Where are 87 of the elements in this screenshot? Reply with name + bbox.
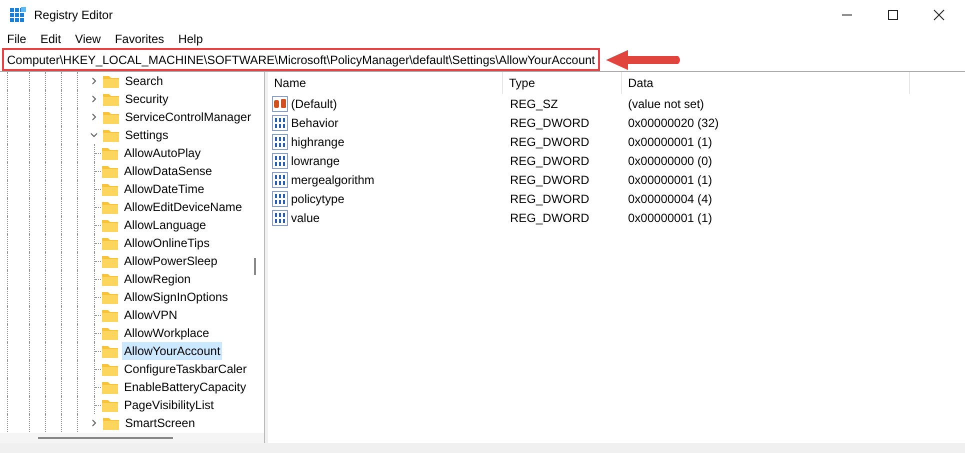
- column-header[interactable]: Data: [622, 72, 910, 94]
- value-type: REG_DWORD: [509, 190, 590, 208]
- tree-item[interactable]: AllowPowerSleep: [122, 252, 220, 270]
- menu-item[interactable]: File: [7, 30, 26, 48]
- folder-icon: [101, 164, 119, 178]
- arrow-icon: [606, 48, 682, 70]
- string-value-icon: [272, 96, 288, 112]
- folder-icon: [101, 362, 119, 376]
- column-header[interactable]: Type: [503, 72, 622, 94]
- column-header[interactable]: Name: [268, 72, 503, 94]
- folder-icon: [102, 110, 120, 124]
- tree-item[interactable]: AllowRegion: [122, 270, 193, 288]
- maximize-icon[interactable]: [887, 9, 899, 21]
- value-name: highrange: [291, 134, 344, 150]
- value-type: REG_DWORD: [509, 210, 590, 226]
- tree-item[interactable]: EnableBatteryCapacity: [122, 378, 248, 396]
- menu-item[interactable]: Help: [178, 30, 203, 48]
- folder-icon: [101, 146, 119, 160]
- folder-icon: [101, 218, 119, 232]
- chevron-right-icon[interactable]: [90, 77, 98, 85]
- menu-item[interactable]: Edit: [40, 30, 62, 48]
- tree-item[interactable]: ServiceControlManager: [123, 108, 254, 126]
- folder-icon: [101, 308, 119, 322]
- value-name: mergealgorithm: [291, 172, 374, 188]
- folder-icon: [101, 380, 119, 394]
- value-name: policytype: [291, 190, 344, 208]
- value-type: REG_DWORD: [509, 114, 590, 132]
- binary-value-icon: [272, 172, 288, 188]
- tree-item[interactable]: AllowWorkplace: [122, 324, 212, 342]
- close-icon[interactable]: [933, 9, 945, 21]
- tree-item[interactable]: AllowEditDeviceName: [122, 198, 244, 216]
- window-title: Registry Editor: [34, 7, 113, 24]
- value-name: value: [291, 210, 320, 226]
- menu-item[interactable]: View: [75, 30, 101, 48]
- menu-item[interactable]: Favorites: [114, 30, 164, 48]
- value-data: 0x00000001 (1): [627, 172, 714, 188]
- tree-item[interactable]: Security: [123, 90, 170, 108]
- folder-icon: [101, 254, 119, 268]
- value-data: (value not set): [627, 96, 706, 112]
- binary-value-icon: [272, 190, 288, 206]
- value-name: lowrange: [291, 152, 340, 170]
- value-data: 0x00000020 (32): [627, 114, 720, 132]
- folder-icon: [102, 74, 120, 88]
- value-name: (Default): [291, 96, 338, 112]
- tree-item[interactable]: AllowOnlineTips: [122, 234, 212, 252]
- app-icon: [10, 7, 26, 23]
- folder-icon: [102, 92, 120, 106]
- value-type: REG_DWORD: [509, 134, 590, 150]
- tree-item[interactable]: Search: [123, 72, 166, 90]
- value-type: REG_SZ: [509, 96, 560, 112]
- tree-item[interactable]: AllowLanguage: [122, 216, 208, 234]
- folder-icon: [101, 290, 119, 304]
- tree-item[interactable]: AllowVPN: [122, 306, 180, 324]
- value-data: 0x00000000 (0): [627, 152, 714, 170]
- value-data: 0x00000001 (1): [627, 134, 714, 150]
- folder-icon: [102, 416, 120, 430]
- binary-value-icon: [272, 134, 288, 150]
- tree-item[interactable]: SmartScreen: [123, 414, 198, 432]
- chevron-right-icon[interactable]: [90, 113, 98, 121]
- tree-item[interactable]: AllowSignInOptions: [122, 288, 230, 306]
- binary-value-icon: [272, 114, 288, 130]
- chevron-right-icon[interactable]: [90, 95, 98, 103]
- tree-item[interactable]: AllowYourAccount: [122, 342, 222, 360]
- folder-icon: [101, 182, 119, 196]
- tree-item[interactable]: AllowDateTime: [122, 180, 206, 198]
- folder-icon: [101, 398, 119, 412]
- binary-value-icon: [272, 210, 288, 226]
- tree-item[interactable]: PageVisibilityList: [122, 396, 216, 414]
- folder-icon: [101, 272, 119, 286]
- address-field[interactable]: Computer\HKEY_LOCAL_MACHINE\SOFTWARE\Microsoft\PolicyManager\default\Settings\AllowYourAccount: [2, 48, 600, 71]
- value-name: Behavior: [291, 114, 338, 132]
- tree-item[interactable]: ConfigureTaskbarCaler: [122, 360, 249, 378]
- value-type: REG_DWORD: [509, 172, 590, 188]
- tree-item[interactable]: Settings: [123, 126, 170, 144]
- tree-item[interactable]: AllowDataSense: [122, 162, 214, 180]
- value-data: 0x00000004 (4): [627, 190, 714, 208]
- folder-icon: [102, 128, 120, 142]
- chevron-down-icon[interactable]: [90, 131, 98, 139]
- tree-item[interactable]: AllowAutoPlay: [122, 144, 203, 162]
- folder-icon: [101, 344, 119, 358]
- folder-icon: [101, 326, 119, 340]
- folder-icon: [101, 200, 119, 214]
- value-data: 0x00000001 (1): [627, 210, 714, 226]
- value-type: REG_DWORD: [509, 152, 590, 170]
- folder-icon: [101, 236, 119, 250]
- chevron-right-icon[interactable]: [90, 419, 98, 427]
- binary-value-icon: [272, 152, 288, 168]
